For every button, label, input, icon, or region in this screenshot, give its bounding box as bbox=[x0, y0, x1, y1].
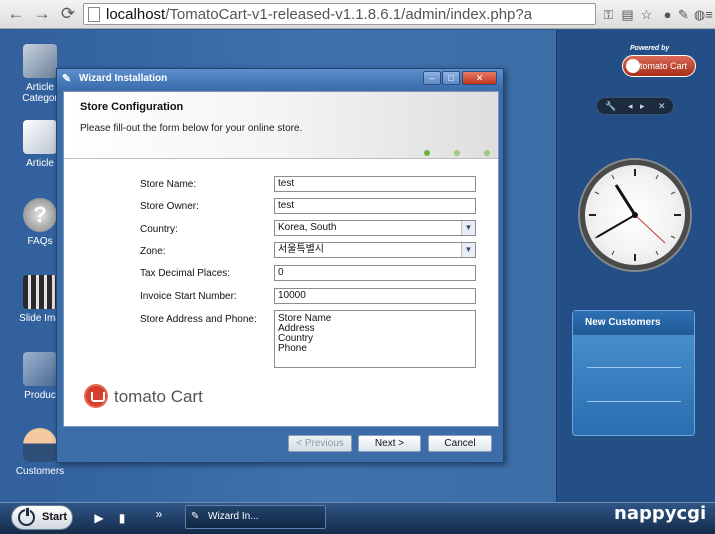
previous-button[interactable]: < Previous bbox=[288, 435, 352, 452]
wizard-step-title: Store Configuration bbox=[80, 101, 184, 113]
clock-controls: 🔧 ◂ ▸ ✕ bbox=[596, 97, 674, 115]
url-text: localhost/TomatoCart-v1-released-v1.1.8.… bbox=[106, 5, 594, 24]
url-host: localhost bbox=[106, 6, 166, 23]
user-icon bbox=[23, 428, 57, 462]
tax-decimal-places-label: Tax Decimal Places: bbox=[140, 268, 231, 279]
chevron-right-icon[interactable]: » bbox=[152, 507, 166, 521]
address-bar[interactable]: localhost/TomatoCart-v1-released-v1.1.8.… bbox=[83, 3, 596, 25]
new-customers-widget: New Customers bbox=[572, 310, 695, 436]
store-address-textarea[interactable]: Store Name Address Country Phone bbox=[274, 310, 476, 368]
wand-icon: ✎ bbox=[62, 73, 72, 85]
wizard-step-description: Please fill-out the form below for your … bbox=[80, 123, 303, 134]
quick-launch-icon[interactable]: ▮ bbox=[115, 511, 129, 525]
next-arrow-icon[interactable]: ▸ bbox=[640, 98, 645, 114]
tomatocart-logo: tomato Cart bbox=[84, 382, 214, 410]
country-label: Country: bbox=[140, 224, 178, 235]
box-icon bbox=[23, 352, 57, 386]
translate-icon[interactable]: ▤ bbox=[619, 6, 636, 23]
window-title: Wizard Installation bbox=[79, 73, 168, 84]
invoice-start-number-label: Invoice Start Number: bbox=[140, 291, 237, 302]
country-select[interactable]: Korea, South ▼ bbox=[274, 220, 476, 236]
browser-toolbar: ← → ⟳ localhost/TomatoCart-v1-released-v… bbox=[0, 0, 715, 29]
wizard-content: Store Configuration Please fill-out the … bbox=[63, 91, 499, 427]
zone-label: Zone: bbox=[140, 246, 166, 257]
new-customers-title: New Customers bbox=[573, 311, 694, 335]
clock-face-icon bbox=[589, 169, 681, 261]
close-icon[interactable]: ✕ bbox=[658, 98, 666, 114]
desktop-icon-label: Customers bbox=[15, 466, 65, 477]
desktop-icon-label: Article bbox=[26, 158, 54, 169]
zone-select[interactable]: 서울특별시 ▼ bbox=[274, 242, 476, 258]
chevron-down-icon[interactable]: ▼ bbox=[461, 221, 475, 235]
country-select-value: Korea, South bbox=[278, 222, 337, 233]
step-indicator-dot bbox=[424, 150, 430, 156]
wrench-icon[interactable]: 🔧 bbox=[605, 98, 616, 114]
brand-watermark: nappycgi bbox=[614, 503, 707, 524]
tax-decimal-places-input[interactable]: 0 bbox=[274, 265, 476, 281]
close-button[interactable]: ✕ bbox=[462, 71, 497, 85]
desktop-icon-label: Slide Ima bbox=[19, 313, 61, 324]
film-icon bbox=[23, 275, 57, 309]
menu-icon[interactable]: ≡ bbox=[703, 6, 715, 23]
divider bbox=[587, 367, 681, 368]
page-icon bbox=[88, 7, 100, 22]
desktop-icon-label: FAQs bbox=[27, 236, 53, 247]
desktop-icon-label: Article Categor bbox=[22, 82, 58, 104]
tomatocart-badge[interactable]: tomato Cart bbox=[622, 55, 696, 77]
chevron-down-icon[interactable]: ▼ bbox=[461, 243, 475, 257]
invoice-start-number-input[interactable]: 10000 bbox=[274, 288, 476, 304]
cancel-button[interactable]: Cancel bbox=[428, 435, 492, 452]
back-arrow-icon[interactable]: ← bbox=[6, 4, 26, 24]
question-icon: ? bbox=[23, 198, 57, 232]
wizard-header: Store Configuration Please fill-out the … bbox=[64, 92, 498, 159]
cookie-icon[interactable]: ● bbox=[659, 6, 676, 23]
key-icon[interactable]: ⚿ bbox=[600, 6, 617, 23]
document-icon bbox=[23, 120, 57, 154]
textarea-line: Country bbox=[278, 333, 314, 344]
taskbar-window-label: Wizard In... bbox=[208, 511, 259, 522]
prev-arrow-icon[interactable]: ◂ bbox=[628, 98, 633, 114]
forward-arrow-icon[interactable]: → bbox=[32, 4, 52, 24]
step-indicator-dot bbox=[454, 150, 460, 156]
start-label: Start bbox=[42, 511, 68, 523]
textarea-line: Phone bbox=[278, 343, 307, 354]
store-name-label: Store Name: bbox=[140, 179, 197, 190]
taskbar bbox=[0, 502, 715, 534]
store-owner-input[interactable]: test bbox=[274, 198, 476, 214]
wizard-window: ✎ Wizard Installation – □ ✕ Store Config… bbox=[56, 68, 504, 463]
start-button[interactable]: Start bbox=[11, 505, 73, 530]
desktop-icon-label: Produc bbox=[24, 390, 56, 401]
zone-select-value: 서울특별시 bbox=[278, 244, 324, 255]
store-address-label: Store Address and Phone: bbox=[140, 314, 257, 325]
powered-by-label: Powered by bbox=[630, 45, 670, 52]
step-indicator-dot bbox=[484, 150, 490, 156]
next-button[interactable]: Next > bbox=[358, 435, 421, 452]
star-icon[interactable]: ☆ bbox=[638, 6, 655, 23]
analog-clock bbox=[580, 160, 690, 270]
reload-icon[interactable]: ⟳ bbox=[58, 4, 78, 24]
url-path: /TomatoCart-v1-released-v1.1.8.6.1/admin… bbox=[165, 6, 533, 23]
divider bbox=[587, 401, 681, 402]
power-icon bbox=[18, 507, 35, 526]
minimize-button[interactable]: – bbox=[423, 71, 441, 85]
maximize-button[interactable]: □ bbox=[442, 71, 460, 85]
folder-icon bbox=[23, 44, 57, 78]
wand-icon: ✎ bbox=[191, 511, 200, 522]
store-name-input[interactable]: test bbox=[274, 176, 476, 192]
taskbar-window-wizard[interactable]: ✎ Wizard In... bbox=[185, 505, 326, 529]
store-owner-label: Store Owner: bbox=[140, 201, 199, 212]
quick-launch-icon[interactable]: ▶ bbox=[92, 511, 106, 525]
logo-text: tomato Cart bbox=[114, 387, 203, 406]
notes-icon[interactable]: ✎ bbox=[675, 6, 692, 23]
cart-logo-icon bbox=[84, 384, 108, 408]
